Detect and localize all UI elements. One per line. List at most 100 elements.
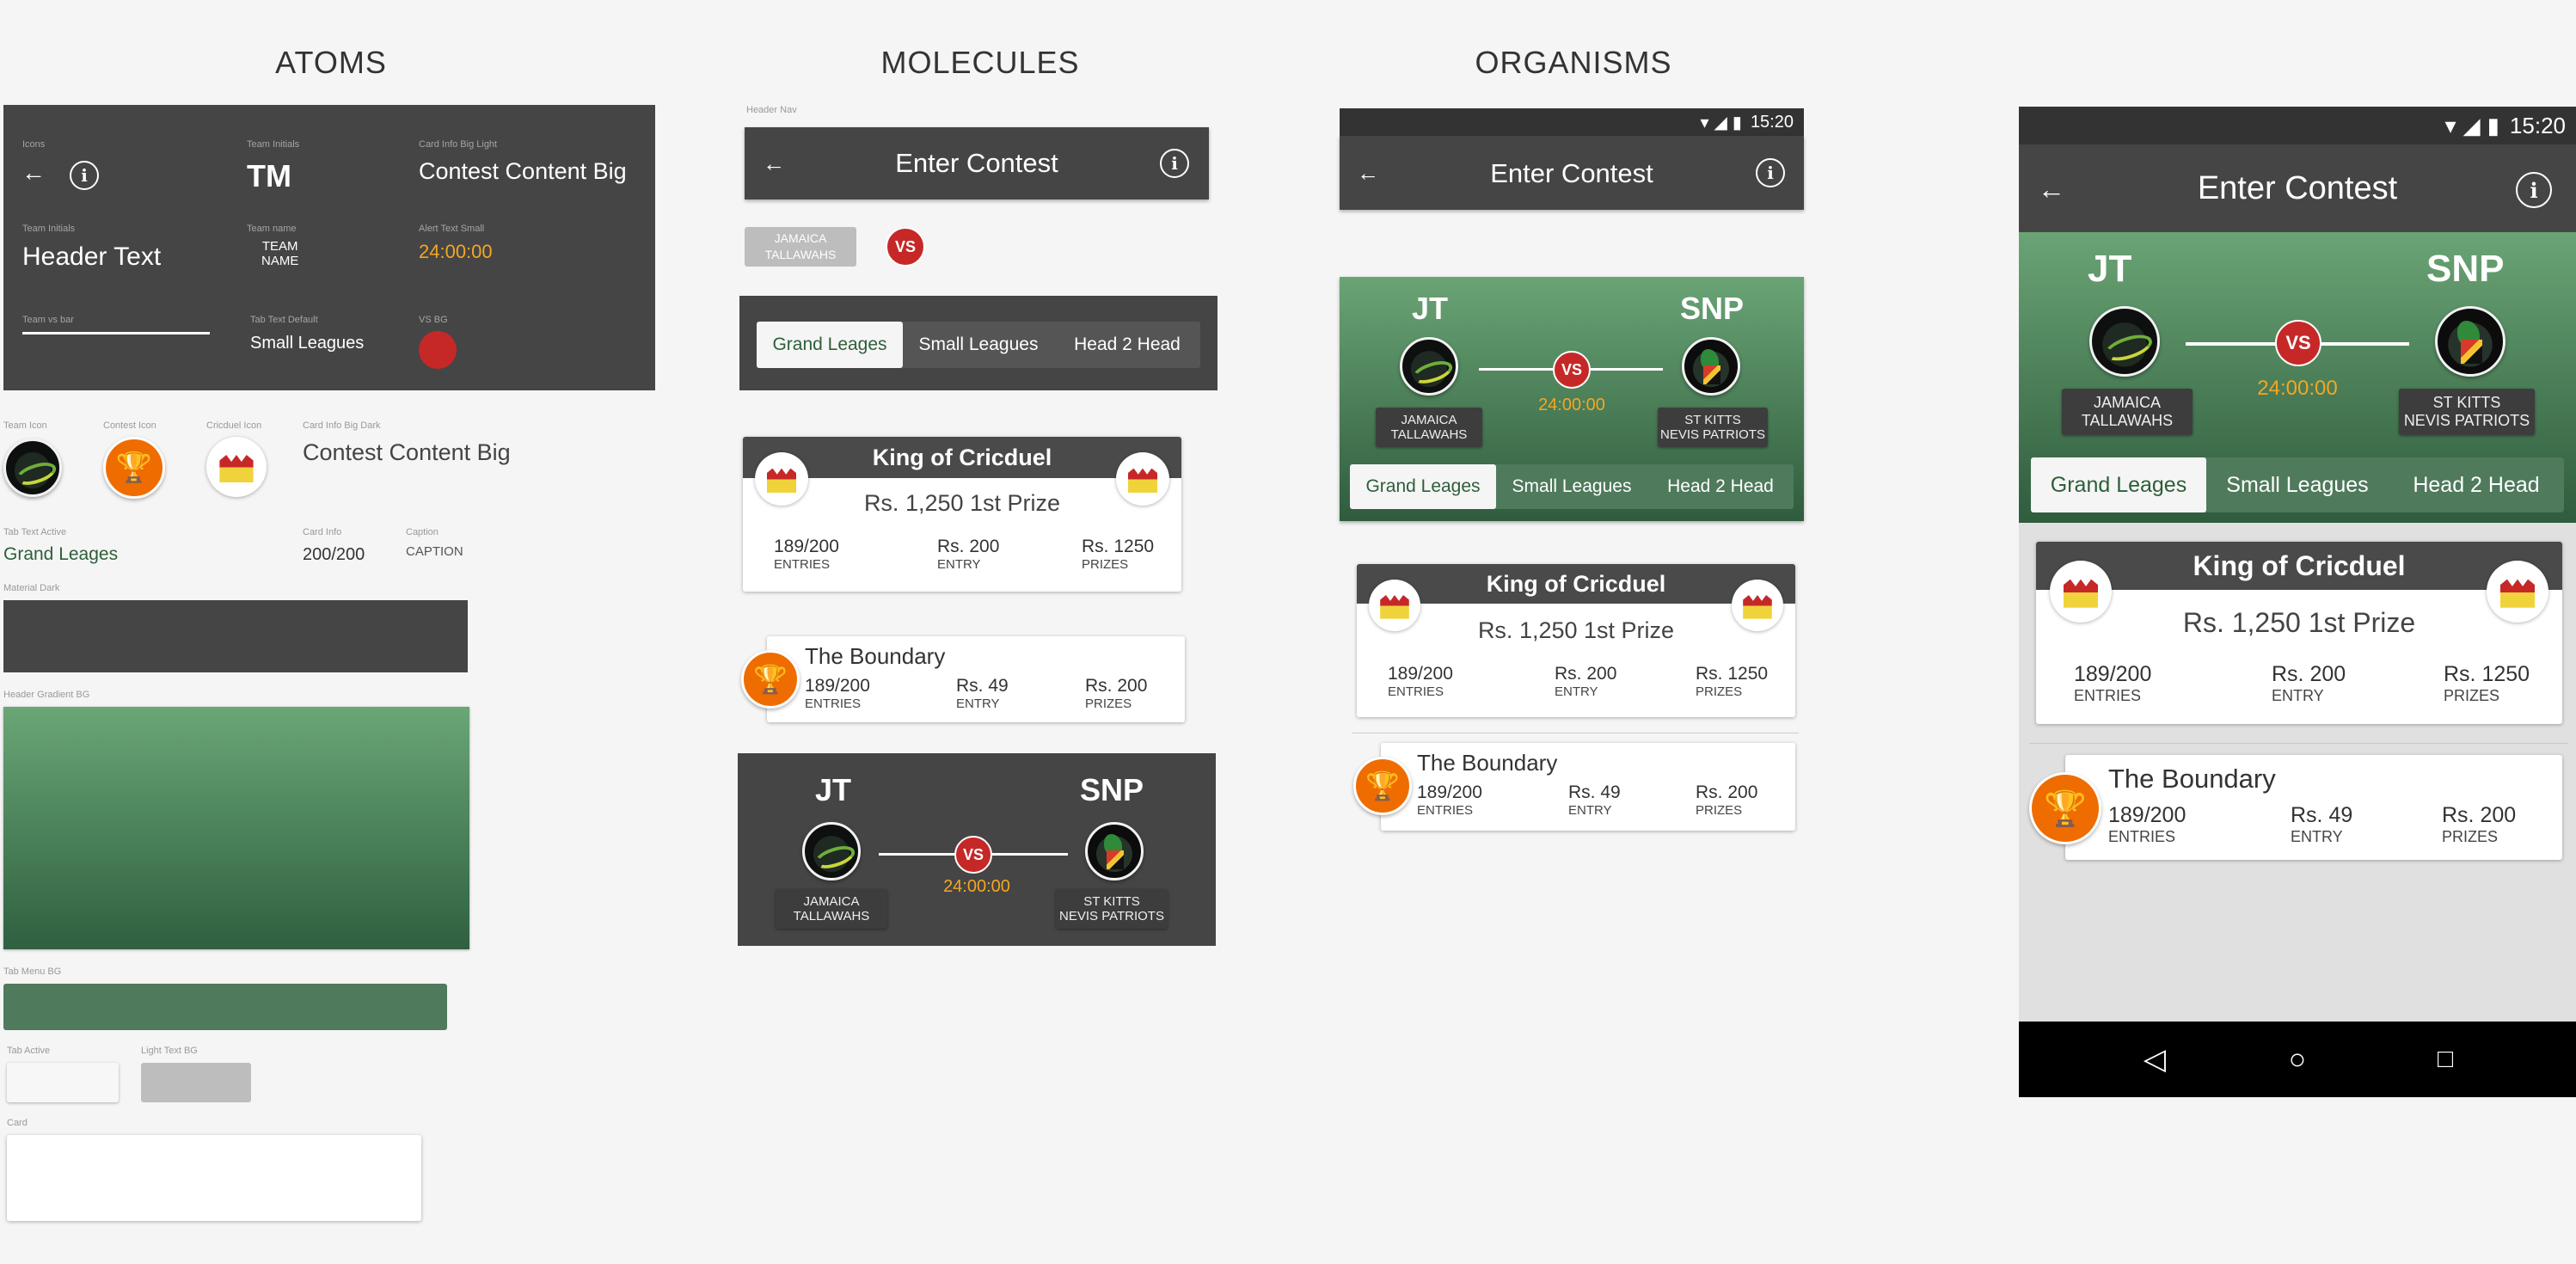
card-info-big-light-label: Card Info Big Light <box>419 139 498 150</box>
card-info-big-light-text: Contest Content Big <box>419 158 627 184</box>
team1-name: JAMAICA TALLAWAHS <box>776 889 887 929</box>
info-icon[interactable]: i <box>1160 149 1189 178</box>
info-icon[interactable]: i <box>2516 172 2552 208</box>
team1-name: JAMAICA TALLAWAHS <box>1376 408 1482 447</box>
card-info-text: 200/200 <box>303 545 365 564</box>
header-nav: ← Enter Contest i <box>745 127 1209 199</box>
tab-grand-leagues[interactable]: Grand Leages <box>2031 457 2206 512</box>
team-icon <box>3 439 62 497</box>
boundary-title: The Boundary <box>805 643 946 669</box>
team1-logo <box>2089 306 2160 377</box>
boundary-stat-entries: 189/200 ENTRIES <box>1417 782 1482 818</box>
boundary-stat-entry: Rs. 49 ENTRY <box>2291 803 2353 845</box>
phone-match-header: JT SNP VS 24:00:00 JAMAICA TALLAWAHS ST … <box>2019 232 2576 523</box>
tab-bar: Grand Leages Small Leagues Head 2 Head <box>2031 457 2564 512</box>
king-stat-entries: 189/200 ENTRIES <box>1388 664 1453 699</box>
header-gradient-swatch <box>3 707 469 949</box>
king-stat-prizes: Rs. 1250 PRIZES <box>2444 662 2530 704</box>
boundary-card[interactable]: The Boundary 189/200 ENTRIES Rs. 49 ENTRY … <box>767 636 1185 722</box>
tab-bar: Grand Leages Small Leagues Head 2 Head <box>757 322 1200 368</box>
nav-recents-icon[interactable]: □ <box>2426 1040 2464 1078</box>
tab-head-2-head[interactable]: Head 2 Head <box>1054 322 1200 368</box>
boundary-card[interactable]: The Boundary 189/200 ENTRIES Rs. 49 ENTRY … <box>2065 755 2562 860</box>
team1-initials: JT <box>815 772 852 807</box>
team2-initials: SNP <box>1080 772 1144 807</box>
team2-logo <box>1085 822 1144 881</box>
king-prize: Rs. 1,250 1st Prize <box>2182 607 2416 638</box>
icons-label: Icons <box>22 139 46 150</box>
team1-initials: JT <box>2088 248 2132 290</box>
team2-name: ST KITTS NEVIS PATRIOTS <box>1658 408 1768 447</box>
boundary-card[interactable]: The Boundary 189/200 ENTRIES Rs. 49 ENTRY … <box>1381 743 1795 831</box>
header-title: Enter Contest <box>1490 158 1653 188</box>
team-chip: JAMAICA TALLAWAHS <box>745 227 856 267</box>
battery-icon: ▮ <box>2487 112 2499 138</box>
tab-menu-bg-swatch <box>3 984 447 1030</box>
tab-grand-leagues[interactable]: Grand Leages <box>757 322 903 368</box>
tab-small-leagues[interactable]: Small Leagues <box>1496 464 1647 509</box>
cricduel-icon-label: Cricduel Icon <box>206 420 262 431</box>
team-initials-label-2: Team Initials <box>22 224 76 234</box>
king-card[interactable]: King of Cricduel Rs. 1,250 1st Prize 189… <box>2036 542 2562 724</box>
contest-icon-label: Contest Icon <box>103 420 156 431</box>
boundary-stat-entries: 189/200 ENTRIES <box>805 676 870 711</box>
tab-text-active-label: Tab Text Active <box>3 527 67 537</box>
android-nav-bar: ◁ ○ □ <box>2019 1022 2576 1097</box>
tab-grand-leagues[interactable]: Grand Leages <box>1350 464 1496 509</box>
signal-icon: ◢ <box>2463 112 2481 138</box>
king-card[interactable]: King of Cricduel Rs. 1,250 1st Prize 189… <box>743 437 1181 592</box>
material-dark-swatch <box>3 600 468 672</box>
vs-bg-swatch <box>419 331 457 369</box>
atoms-title: ATOMS <box>275 45 387 80</box>
tab-text-active: Grand Leages <box>3 544 119 564</box>
nav-back-icon[interactable]: ◁ <box>2136 1040 2174 1078</box>
tab-head-2-head[interactable]: Head 2 Head <box>2389 457 2564 512</box>
tab-small-leagues[interactable]: Small Leagues <box>2206 457 2389 512</box>
team-vs-bar <box>22 332 210 334</box>
light-text-bg-label: Light Text BG <box>141 1046 198 1056</box>
king-stat-entries: 189/200 ENTRIES <box>2074 662 2152 704</box>
status-bar: ▾ ◢ ▮ 15:20 <box>1340 108 1804 136</box>
card-swatch <box>7 1135 421 1221</box>
team-name-text: TEAM NAME <box>261 239 299 268</box>
boundary-stat-prizes: Rs. 200 PRIZES <box>1696 782 1758 818</box>
king-stat-prizes: Rs. 1250 PRIZES <box>1696 664 1769 699</box>
caption-text: CAPTION <box>406 544 463 559</box>
team1-logo <box>802 822 861 881</box>
tab-small-leagues[interactable]: Small Leagues <box>903 322 1054 368</box>
info-icon[interactable]: i <box>70 161 99 190</box>
contest-trophy-icon: 🏆 <box>103 437 165 499</box>
wifi-icon: ▾ <box>2444 112 2456 138</box>
king-card[interactable]: King of Cricduel Rs. 1,250 1st Prize 189… <box>1357 564 1795 717</box>
tab-menu-bg-label: Tab Menu BG <box>3 966 62 977</box>
contest-trophy-icon: 🏆 <box>1353 757 1412 815</box>
team1-logo <box>1400 337 1458 396</box>
nav-home-icon[interactable]: ○ <box>2279 1040 2316 1078</box>
team-initials-text: TM <box>247 158 291 193</box>
team-icon-label: Team Icon <box>3 420 47 431</box>
divider <box>2029 743 2567 744</box>
tab-bar: Grand Leages Small Leagues Head 2 Head <box>1350 464 1794 509</box>
boundary-stat-prizes: Rs. 200 PRIZES <box>1085 676 1148 711</box>
boundary-title: The Boundary <box>2108 764 2276 794</box>
king-stat-entries: 189/200 ENTRIES <box>774 537 839 572</box>
tabs-panel: Grand Leages Small Leagues Head 2 Head <box>739 296 1217 390</box>
king-card-header: King of Cricduel <box>743 437 1181 478</box>
phone-screen: ▾ ◢ ▮ 15:20 ← Enter Contest i JT SNP VS … <box>2019 107 2576 1097</box>
info-icon[interactable]: i <box>1756 158 1785 187</box>
tab-head-2-head[interactable]: Head 2 Head <box>1647 464 1794 509</box>
team2-initials: SNP <box>1680 291 1745 326</box>
alert-text: 24:00:00 <box>419 241 493 262</box>
boundary-stat-prizes: Rs. 200 PRIZES <box>2442 803 2517 845</box>
contest-trophy-icon: 🏆 <box>2029 772 2101 844</box>
team2-initials: SNP <box>2426 248 2505 290</box>
card-info-label: Card Info <box>303 527 342 537</box>
caption-label: Caption <box>406 527 439 537</box>
header-nav-label: Header Nav <box>746 105 797 115</box>
team2-logo <box>1682 337 1740 396</box>
team-vs-bar-label: Team vs bar <box>22 315 74 325</box>
card-info-big-dark-text: Contest Content Big <box>303 439 511 465</box>
status-time: 15:20 <box>1750 112 1794 132</box>
back-arrow-icon[interactable]: ← <box>21 159 46 186</box>
team1-name: JAMAICA TALLAWAHS <box>2062 389 2193 435</box>
